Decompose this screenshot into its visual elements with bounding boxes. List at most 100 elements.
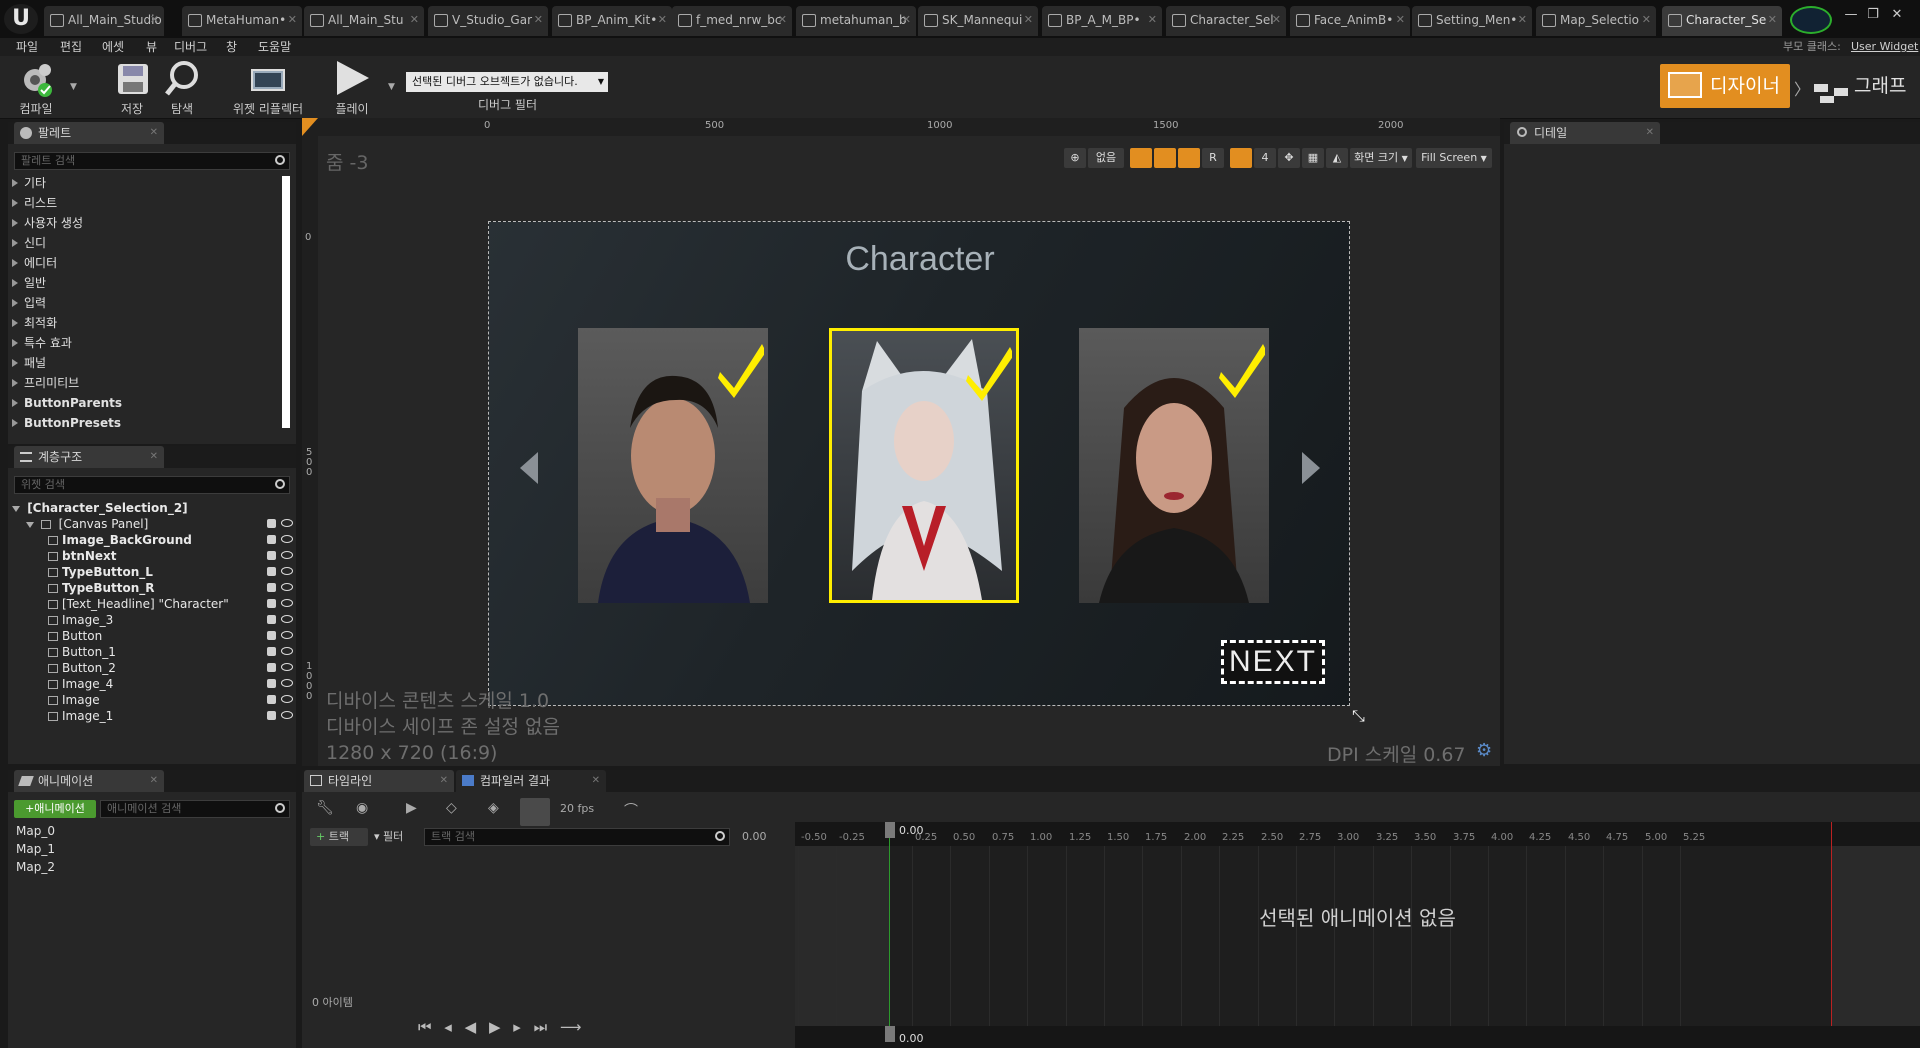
close-icon[interactable]: ✕	[534, 6, 543, 34]
maximize-button[interactable]: ❐	[1862, 6, 1884, 24]
tree-widget-row[interactable]: Image_BackGround	[12, 532, 293, 548]
close-icon[interactable]: ✕	[1642, 6, 1651, 34]
step-forward-icon[interactable]: ▸	[513, 1018, 525, 1036]
expand-arrow-icon[interactable]	[12, 279, 18, 287]
jump-to-start-icon[interactable]: ⏮	[418, 1018, 436, 1036]
select-mode-icon[interactable]	[1130, 148, 1152, 168]
document-tab[interactable]: MetaHuman• ✕	[182, 6, 302, 36]
portrait-female[interactable]	[1079, 328, 1269, 603]
tab-palette[interactable]: 팔레트 ✕	[14, 122, 164, 144]
palette-category[interactable]: 사용자 생성	[12, 213, 282, 233]
tree-root-row[interactable]: [Character_Selection_2]	[12, 500, 292, 516]
menu-item[interactable]: 뷰	[146, 38, 157, 56]
expand-arrow-icon[interactable]	[12, 219, 18, 227]
tree-widget-row[interactable]: Button_2	[12, 660, 293, 676]
menu-item[interactable]: 디버그	[174, 38, 207, 56]
close-icon[interactable]: ✕	[440, 770, 448, 792]
resize-handle-icon[interactable]: ⤡	[1352, 706, 1368, 725]
step-back-icon[interactable]: ◂	[444, 1018, 456, 1036]
playhead-handle-bottom[interactable]	[885, 1026, 895, 1042]
add-animation-button[interactable]: +애니메이션	[14, 800, 96, 818]
close-icon[interactable]: ✕	[1024, 6, 1033, 34]
respect-locks-icon[interactable]	[1178, 148, 1200, 168]
palette-category[interactable]: 프리미티브	[12, 373, 282, 393]
close-icon[interactable]: ✕	[1272, 6, 1281, 34]
visibility-eye-icon[interactable]	[281, 631, 293, 639]
play-button[interactable]: 플레이	[330, 58, 374, 117]
lock-icon[interactable]	[267, 535, 276, 544]
tree-widget-row[interactable]: [Text_Headline] "Character"	[12, 596, 293, 612]
parent-class-value[interactable]: User Widget	[1851, 38, 1918, 56]
expand-arrow-icon[interactable]	[12, 239, 18, 247]
menu-item[interactable]: 도움말	[258, 38, 291, 56]
document-tab[interactable]: Map_Selectio ✕	[1536, 6, 1656, 36]
play-reverse-icon[interactable]: ◀	[465, 1018, 481, 1036]
zoom-fit-icon[interactable]: ✥	[1278, 148, 1300, 168]
document-tab[interactable]: SK_Mannequi ✕	[918, 6, 1038, 36]
palette-category[interactable]: 에디터	[12, 253, 282, 273]
lock-icon[interactable]	[267, 567, 276, 576]
expand-arrow-icon[interactable]	[12, 399, 18, 407]
tree-widget-row[interactable]: Image_4	[12, 676, 293, 692]
menu-item[interactable]: 파일	[16, 38, 38, 56]
close-icon[interactable]: ✕	[150, 122, 158, 144]
palette-category[interactable]: 최적화	[12, 313, 282, 333]
animation-list-item[interactable]: Map_2	[16, 858, 55, 876]
document-tab[interactable]: Character_Se ✕	[1662, 6, 1782, 36]
compile-dropdown-icon[interactable]: ▼	[70, 82, 77, 92]
lock-icon[interactable]	[267, 663, 276, 672]
visibility-eye-icon[interactable]	[281, 583, 293, 591]
loop-icon[interactable]: ⟶	[560, 1018, 586, 1036]
localize-globe-icon[interactable]: ⊕	[1064, 148, 1086, 168]
dpi-settings-gear-icon[interactable]: ⚙	[1476, 740, 1492, 761]
tree-widget-row[interactable]: Button_1	[12, 644, 293, 660]
next-button[interactable]: NEXT	[1221, 640, 1325, 684]
palette-category[interactable]: 리스트	[12, 193, 282, 213]
expand-arrow-icon[interactable]	[12, 359, 18, 367]
close-icon[interactable]: ✕	[1148, 6, 1157, 34]
fill-screen-dropdown[interactable]: Fill Screen ▼	[1416, 148, 1492, 168]
lock-icon[interactable]	[267, 583, 276, 592]
expand-arrow-icon[interactable]	[12, 379, 18, 387]
localize-none-button[interactable]: 없음	[1088, 148, 1124, 168]
document-tab[interactable]: metahuman_b ✕	[796, 6, 916, 36]
palette-category[interactable]: 기타	[12, 173, 282, 193]
palette-category[interactable]: 신디	[12, 233, 282, 253]
background-image-icon[interactable]: ▦	[1302, 148, 1324, 168]
palette-category[interactable]: 특수 효과	[12, 333, 282, 353]
playhead-handle[interactable]	[885, 822, 895, 838]
expand-arrow-icon[interactable]	[12, 259, 18, 267]
compile-button[interactable]: 컴파일	[14, 58, 58, 117]
timeline-tracks-area[interactable]: 0.00 -0.50 -0.25 0.25 0.50 0.75 1.00 1.25 1.50 1…	[795, 822, 1920, 1048]
keyframe-icon[interactable]: ◇	[446, 800, 457, 816]
expand-arrow-icon[interactable]	[12, 319, 18, 327]
close-icon[interactable]: ✕	[288, 6, 297, 34]
debug-object-dropdown[interactable]: 선택된 디버그 오브젝트가 없습니다. ▼	[406, 72, 608, 92]
type-button-left-arrow-icon[interactable]	[520, 452, 538, 484]
filter-dropdown[interactable]: ▾ 필터	[374, 828, 420, 846]
lock-icon[interactable]	[267, 695, 276, 704]
widget-preview-screen[interactable]: Character NEXT	[488, 221, 1350, 706]
close-icon[interactable]: ✕	[902, 6, 911, 34]
source-control-icon[interactable]	[1790, 6, 1832, 34]
jump-to-end-icon[interactable]: ⏭	[534, 1018, 552, 1036]
palette-category[interactable]: ButtonParents	[12, 393, 282, 413]
visibility-eye-icon[interactable]	[281, 663, 293, 671]
close-icon[interactable]: ✕	[150, 6, 159, 34]
tab-hierarchy[interactable]: 계층구조 ✕	[14, 446, 164, 468]
palette-category[interactable]: 패널	[12, 353, 282, 373]
widget-search-input[interactable]: 위젯 검색	[14, 476, 290, 494]
visibility-eye-icon[interactable]	[281, 599, 293, 607]
r-toggle-button[interactable]: R	[1202, 148, 1224, 168]
palette-category[interactable]: ButtonPresets	[12, 413, 282, 433]
lock-icon[interactable]	[267, 711, 276, 720]
document-tab[interactable]: Character_Sel ✕	[1166, 6, 1286, 36]
playback-options-icon[interactable]: ▶	[406, 800, 417, 816]
tab-animations[interactable]: 애니메이션 ✕	[14, 770, 164, 792]
close-icon[interactable]: ✕	[150, 770, 158, 792]
expand-arrow-icon[interactable]	[12, 339, 18, 347]
play-icon[interactable]: ▶	[489, 1018, 505, 1036]
screen-size-dropdown[interactable]: 화면 크기 ▼	[1350, 148, 1412, 168]
lock-icon[interactable]	[267, 647, 276, 656]
expand-arrow-icon[interactable]	[12, 299, 18, 307]
